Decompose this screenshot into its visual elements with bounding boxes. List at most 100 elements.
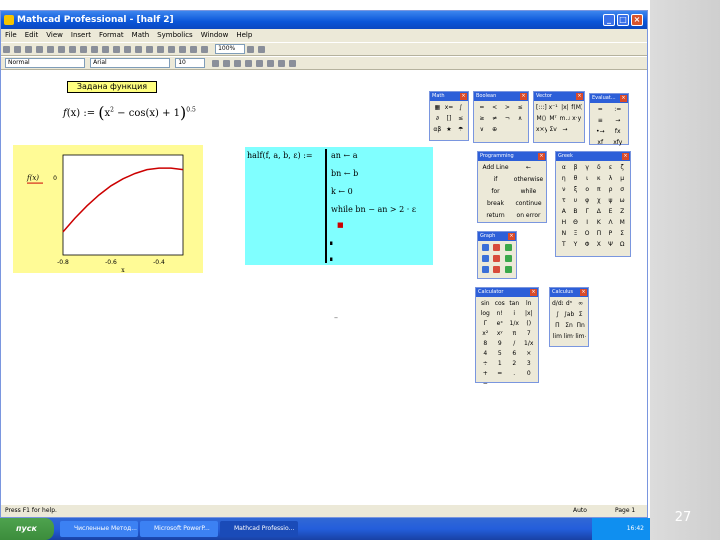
calculator-palette-button[interactable]: sin — [478, 299, 493, 309]
align-left-icon[interactable] — [245, 60, 253, 67]
calculator-palette-button[interactable]: 1/x — [507, 319, 522, 329]
zoom-select[interactable]: 100% — [215, 44, 246, 54]
calculator-palette-button[interactable]: 6 — [507, 349, 522, 359]
print-icon[interactable] — [36, 46, 43, 53]
menu-format[interactable]: Format — [95, 29, 128, 42]
programming-palette-button[interactable]: while — [513, 187, 544, 197]
calculator-palette-button[interactable]: i — [507, 309, 522, 319]
programming-palette-button[interactable]: on error — [513, 211, 544, 221]
calculus-palette-button[interactable]: ∫ab — [564, 310, 575, 320]
task-numerical-methods[interactable]: Численные Метод... — [60, 521, 138, 537]
calculator-palette-button[interactable]: − — [478, 379, 493, 389]
evaluation-palette-button[interactable]: := — [610, 105, 627, 115]
graph-palette-button[interactable] — [492, 243, 503, 253]
boolean-palette-button[interactable]: ≤ — [514, 103, 526, 113]
boolean-palette-button[interactable]: ≠ — [489, 114, 501, 124]
greek-palette-button[interactable]: α — [558, 163, 570, 173]
spell-check-icon[interactable] — [58, 46, 65, 53]
greek-palette-button[interactable]: Σ — [616, 229, 628, 239]
placeholder-dot-1[interactable]: ∎ — [329, 239, 333, 247]
calculator-palette-button[interactable]: 1/x — [522, 339, 537, 349]
calculus-palette-button[interactable]: d/dx — [552, 299, 563, 309]
align-right-icon[interactable] — [267, 60, 275, 67]
programming-palette-button[interactable]: ← — [513, 163, 544, 173]
greek-palette-button[interactable]: Α — [558, 207, 570, 217]
calculator-palette-button[interactable]: ÷ — [478, 359, 493, 369]
close-icon[interactable]: × — [530, 289, 537, 296]
print-preview-icon[interactable] — [47, 46, 54, 53]
greek-palette-button[interactable]: μ — [616, 174, 628, 184]
close-icon[interactable]: × — [538, 153, 545, 160]
greek-palette-button[interactable]: Χ — [593, 240, 605, 250]
programming-palette-button[interactable]: for — [480, 187, 511, 197]
insert-unit-icon[interactable] — [157, 46, 164, 53]
calculus-palette-button[interactable]: lim+ — [564, 332, 575, 342]
graph-palette-button[interactable] — [492, 265, 503, 275]
vector-palette-button[interactable]: [:::] — [536, 103, 547, 113]
close-icon[interactable]: × — [620, 95, 627, 102]
new-icon[interactable] — [3, 46, 10, 53]
greek-palette-button[interactable]: ψ — [605, 196, 617, 206]
vector-palette-button[interactable]: → — [560, 125, 571, 135]
run-script-icon[interactable] — [201, 46, 208, 53]
copy-icon[interactable] — [80, 46, 87, 53]
menu-view[interactable]: View — [42, 29, 67, 42]
boolean-palette-button[interactable] — [514, 125, 526, 135]
greek-palette-button[interactable]: Ε — [605, 207, 617, 217]
calculator-palette-button[interactable]: ln — [522, 299, 537, 309]
bold-icon[interactable] — [212, 60, 220, 67]
calculator-palette-button[interactable]: 0 — [522, 369, 537, 379]
greek-palette-button[interactable]: Β — [570, 207, 582, 217]
close-icon[interactable]: × — [508, 233, 515, 240]
align-across-icon[interactable] — [124, 46, 131, 53]
vector-palette-button[interactable]: x⁻¹ — [548, 103, 559, 113]
calculus-palette-button[interactable]: Πn — [575, 321, 586, 331]
close-button[interactable]: × — [631, 14, 643, 26]
menu-file[interactable]: File — [1, 29, 21, 42]
math-palette-button[interactable]: ☂ — [455, 125, 466, 135]
cut-icon[interactable] — [69, 46, 76, 53]
close-icon[interactable]: × — [460, 93, 467, 100]
task-powerpoint[interactable]: Microsoft PowerP... — [140, 521, 218, 537]
calculus-palette-button[interactable]: lim− — [575, 332, 586, 342]
function-definition[interactable]: f(x) := (x2 − cos(x) + 1)0.5 — [63, 103, 196, 122]
graph-palette-button[interactable] — [480, 254, 491, 264]
vector-palette-button[interactable]: f(M) — [571, 103, 582, 113]
math-palette-button[interactable]: ★ — [444, 125, 455, 135]
calculus-palette-button[interactable]: Σn — [564, 321, 575, 331]
boolean-palette-button[interactable]: > — [502, 103, 514, 113]
font-select[interactable]: Arial — [90, 58, 171, 68]
plot-region[interactable]: -0.8 -0.6 -0.4 0 f(x) x — [13, 145, 203, 273]
open-icon[interactable] — [14, 46, 21, 53]
numbering-icon[interactable] — [289, 60, 297, 67]
calculator-palette-button[interactable]: 7 — [522, 329, 537, 339]
graph-palette-button[interactable] — [503, 243, 514, 253]
insert-function-icon[interactable] — [146, 46, 153, 53]
greek-palette-button[interactable]: Λ — [605, 218, 617, 228]
placeholder-dot-2[interactable]: ∎ — [329, 255, 333, 263]
greek-palette-button[interactable]: Γ — [581, 207, 593, 217]
boolean-palette-button[interactable]: < — [489, 103, 501, 113]
redo-icon[interactable] — [113, 46, 120, 53]
menu-math[interactable]: Math — [128, 29, 154, 42]
evaluation-palette-button[interactable]: fx — [610, 127, 627, 137]
calculus-palette-button[interactable]: Σ — [575, 310, 586, 320]
evaluation-palette-button[interactable]: xfy — [610, 138, 627, 148]
paste-icon[interactable] — [91, 46, 98, 53]
greek-palette-button[interactable]: π — [593, 185, 605, 195]
close-icon[interactable]: × — [520, 93, 527, 100]
greek-palette-button[interactable]: σ — [616, 185, 628, 195]
graph-palette-button[interactable] — [503, 254, 514, 264]
calculus-palette-button[interactable]: ∫ — [552, 310, 563, 320]
save-icon[interactable] — [25, 46, 32, 53]
calculator-palette-button[interactable]: xʸ — [493, 329, 508, 339]
resource-center-icon[interactable] — [247, 46, 255, 53]
calculator-palette-button[interactable]: eˣ — [493, 319, 508, 329]
calculator-palette-button[interactable]: 8 — [478, 339, 493, 349]
greek-palette-button[interactable]: δ — [593, 163, 605, 173]
graph-palette-button[interactable] — [480, 243, 491, 253]
align-center-icon[interactable] — [256, 60, 264, 67]
greek-palette-button[interactable]: Υ — [570, 240, 582, 250]
greek-palette-button[interactable]: ξ — [570, 185, 582, 195]
greek-palette-button[interactable]: ι — [581, 174, 593, 184]
